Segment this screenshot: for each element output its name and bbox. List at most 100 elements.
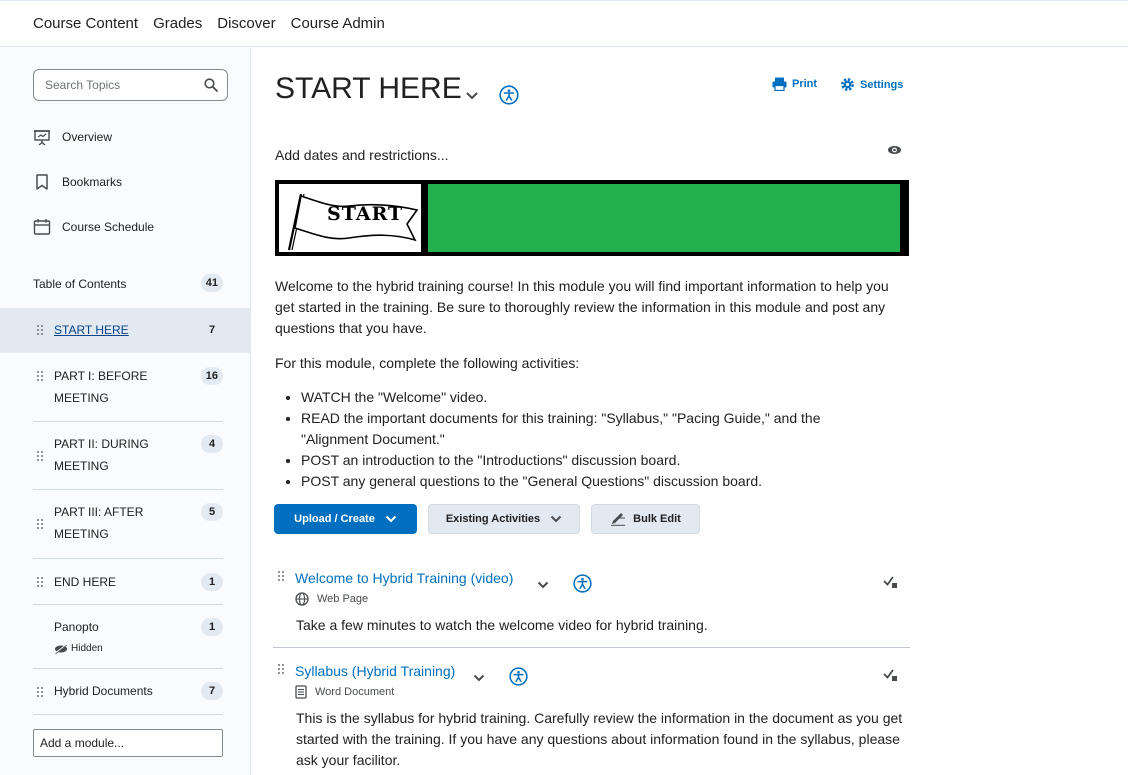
sidebar: Search Topics Overview Bookmarks Course … (0, 48, 251, 775)
search-input[interactable]: Search Topics (33, 69, 228, 101)
nav-course-content[interactable]: Course Content (33, 15, 138, 32)
accessibility-icon[interactable] (509, 667, 528, 686)
add-module-placeholder: Add a module... (40, 736, 125, 750)
topic-title-link[interactable]: Syllabus (Hybrid Training) (295, 663, 455, 679)
chevron-down-icon (385, 515, 397, 523)
add-module-input[interactable]: Add a module... (33, 729, 223, 757)
sidebar-item-label: Overview (62, 130, 113, 144)
settings-button[interactable]: Settings (840, 77, 903, 92)
pencil-icon (611, 513, 626, 526)
hidden-eye-icon (54, 643, 68, 654)
module-start-here[interactable]: START HERE 7 (33, 308, 223, 353)
completion-check-icon[interactable] (883, 575, 898, 589)
toc-count-badge: 41 (200, 274, 223, 292)
hidden-label: Hidden (71, 643, 103, 654)
module-label: Panopto (54, 620, 99, 634)
title-chevron-down-icon[interactable] (465, 91, 479, 101)
upload-create-button[interactable]: Upload / Create (274, 504, 417, 534)
topic-title-link[interactable]: Welcome to Hybrid Training (video) (295, 570, 513, 586)
chevron-down-icon (550, 515, 562, 523)
add-dates-link[interactable]: Add dates and restrictions... (275, 145, 449, 166)
existing-activities-button[interactable]: Existing Activities (428, 504, 580, 534)
search-placeholder: Search Topics (45, 78, 121, 92)
list-item: WATCH the "Welcome" video. (301, 387, 881, 408)
completion-check-icon[interactable] (883, 668, 898, 682)
upload-create-label: Upload / Create (294, 513, 375, 525)
banner-start-text: START (327, 203, 404, 225)
drag-handle-icon[interactable] (36, 576, 44, 588)
topic-item[interactable]: Welcome to Hybrid Training (video) Web P… (273, 570, 910, 648)
topic-description: This is the syllabus for hybrid training… (296, 710, 903, 768)
sidebar-item-bookmarks[interactable]: Bookmarks (33, 173, 122, 191)
module-label: PART II: DURING MEETING (54, 437, 149, 473)
topic-type-label: Word Document (315, 686, 395, 698)
bulk-edit-button[interactable]: Bulk Edit (591, 504, 700, 534)
topic-item[interactable]: Syllabus (Hybrid Training) Word Document… (273, 663, 910, 773)
activities-list: WATCH the "Welcome" video. READ the impo… (301, 387, 881, 492)
drag-handle-icon[interactable] (36, 324, 44, 336)
topic-description: Take a few minutes to watch the welcome … (296, 617, 708, 633)
sidebar-item-label: Bookmarks (62, 175, 123, 189)
drag-handle-icon[interactable] (36, 686, 44, 698)
topic-type: Word Document (295, 685, 394, 699)
sidebar-item-label: Course Schedule (62, 220, 155, 234)
printer-icon (772, 77, 787, 91)
module-label: END HERE (54, 575, 117, 589)
drag-handle-icon[interactable] (277, 570, 285, 582)
drag-handle-icon[interactable] (277, 663, 285, 675)
module-count-badge: 1 (201, 618, 223, 636)
module-count-badge: 7 (201, 321, 223, 339)
accessibility-icon[interactable] (573, 574, 592, 593)
module-end-here[interactable]: END HERE 1 (33, 559, 223, 605)
table-of-contents-heading[interactable]: Table of Contents 41 (33, 274, 223, 292)
module-label: START HERE (54, 323, 129, 337)
drag-handle-icon[interactable] (36, 518, 44, 530)
nav-discover[interactable]: Discover (217, 15, 275, 32)
toc-label: Table of Contents (33, 277, 127, 291)
module-part-i[interactable]: PART I: BEFORE MEETING 16 (33, 354, 223, 422)
list-item: POST any general questions to the "Gener… (301, 471, 881, 492)
module-intro-text: Welcome to the hybrid training course! I… (275, 278, 889, 336)
topic-type-label: Web Page (317, 593, 369, 605)
drag-handle-icon[interactable] (36, 450, 44, 462)
page-title: START HERE (275, 72, 462, 105)
top-navigation: Course Content Grades Discover Course Ad… (0, 0, 1128, 47)
accessibility-icon[interactable] (499, 85, 519, 105)
module-panopto[interactable]: Panopto Hidden 1 (33, 605, 223, 669)
existing-activities-label: Existing Activities (445, 513, 541, 525)
sidebar-item-course-schedule[interactable]: Course Schedule (33, 218, 154, 236)
module-count-badge: 16 (200, 367, 223, 385)
banner-green-band (428, 184, 900, 252)
hidden-status: Hidden (54, 643, 103, 654)
gear-icon (841, 78, 854, 91)
module-count-badge: 4 (201, 435, 223, 453)
activities-heading: For this module, complete the following … (275, 355, 580, 371)
active-module-pointer (237, 308, 251, 353)
module-count-badge: 1 (201, 573, 223, 591)
start-flag-illustration: START (279, 184, 421, 252)
bulk-edit-label: Bulk Edit (633, 513, 681, 525)
search-icon[interactable] (204, 78, 218, 92)
print-button[interactable]: Print (772, 77, 817, 91)
module-part-iii[interactable]: PART III: AFTER MEETING 5 (33, 490, 223, 559)
visibility-eye-icon[interactable] (887, 145, 902, 155)
main-content: START HERE Print Settings Add dates and … (251, 48, 1128, 775)
drag-handle-icon[interactable] (36, 370, 44, 382)
module-label: PART III: AFTER MEETING (54, 505, 144, 541)
settings-label: Settings (860, 78, 904, 91)
module-hybrid-documents[interactable]: Hybrid Documents 7 (33, 669, 223, 715)
module-label: Hybrid Documents (54, 684, 153, 698)
calendar-icon (33, 219, 51, 235)
list-item: POST an introduction to the "Introductio… (301, 450, 881, 471)
nav-course-admin[interactable]: Course Admin (291, 15, 385, 32)
sidebar-item-overview[interactable]: Overview (33, 128, 112, 146)
print-label: Print (792, 78, 818, 90)
module-label: PART I: BEFORE MEETING (54, 369, 148, 405)
list-item: READ the important documents for this tr… (301, 408, 881, 450)
bookmark-icon (36, 174, 48, 190)
nav-grades[interactable]: Grades (153, 15, 202, 32)
chevron-down-icon[interactable] (537, 581, 549, 589)
presentation-icon (34, 130, 50, 146)
module-part-ii[interactable]: PART II: DURING MEETING 4 (33, 422, 223, 490)
chevron-down-icon[interactable] (473, 674, 485, 682)
